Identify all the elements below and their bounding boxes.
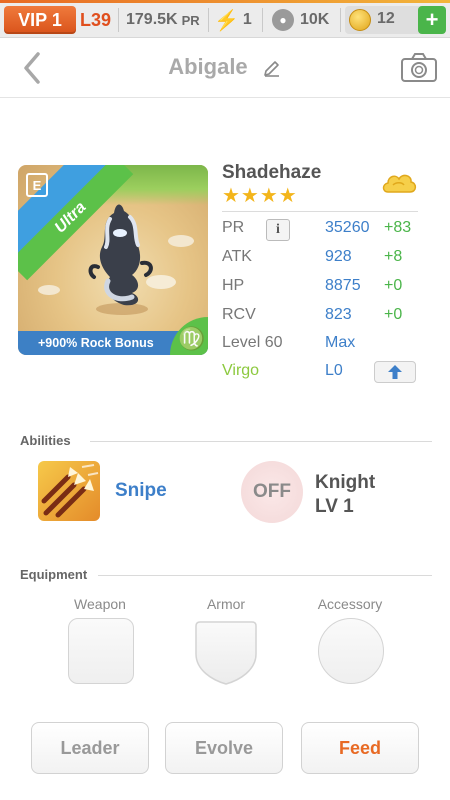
knight-ability-toggle[interactable]: OFF [241,461,303,523]
stat-label: ATK [222,248,252,265]
level-row: Level 60 Max [222,334,422,358]
divider [118,8,119,32]
zodiac-sign-label: Virgo [222,362,260,379]
weapon-slot[interactable] [68,618,134,684]
divider [208,8,209,32]
armor-slot[interactable] [194,620,258,686]
page-title: Abigale [0,54,450,80]
stat-value: 35260 [325,219,370,236]
edit-pencil-icon[interactable] [262,58,282,78]
stat-label: HP [222,277,245,294]
monster-sprite [88,204,153,315]
monster-nickname: Abigale [168,54,248,79]
stat-value: 928 [325,248,352,265]
coin-icon [349,9,371,31]
cloud-icon[interactable] [380,170,418,196]
accessory-label: Accessory [317,596,383,612]
divider [262,8,263,32]
star-rating: ★★★★ [222,185,298,207]
level-label: Level 60 [222,334,283,351]
player-level: L39 [80,9,112,30]
stat-delta: +0 [384,277,403,294]
arrows-icon [41,464,99,518]
rock-decoration [168,235,194,247]
knight-name: Knight [315,472,376,493]
leader-button[interactable]: Leader [31,722,149,774]
knight-ability[interactable]: Knight LV 1 [315,471,375,519]
virgo-icon: ♍ [170,317,208,355]
stat-delta: +83 [384,219,412,236]
lightning-icon: ⚡ [214,9,239,32]
equipment-title: Equipment [20,567,88,582]
stat-row-rcv: RCV 823 +0 [222,306,422,330]
vip-badge[interactable]: VIP 1 [4,6,76,34]
monster-name: Shadehaze [222,162,322,183]
element-e-icon: E [26,173,48,197]
evolve-button[interactable]: Evolve [165,722,283,774]
off-label: OFF [253,481,291,502]
stat-label: PR [222,219,245,236]
feed-button[interactable]: Feed [301,722,419,774]
snipe-ability-icon[interactable] [38,461,100,521]
stat-value: 823 [325,306,352,323]
abilities-section-header: Abilities [20,433,432,449]
add-coins-button[interactable]: + [418,6,446,34]
top-edge [0,0,450,3]
camera-icon[interactable] [400,52,438,84]
coin-value: 12 [377,10,395,27]
food-value: 10K [300,11,330,28]
energy-value: 1 [242,11,252,28]
food-display[interactable]: ● 10K [272,8,329,32]
stat-delta: +8 [384,248,403,265]
info-button[interactable]: i [266,219,290,241]
rock-decoration [38,285,60,295]
monster-portrait-card[interactable]: Ultra E +900% Rock Bonus ♍ [18,165,208,355]
abilities-title: Abilities [20,433,71,448]
energy-display[interactable]: ⚡ 1 [214,8,252,32]
power-value: 179.5K [126,11,178,28]
weapon-label: Weapon [74,596,126,612]
up-arrow-icon [388,365,402,379]
level-value: Max [325,334,356,351]
knight-level: LV 1 [315,496,354,517]
armor-label: Armor [206,596,246,612]
divider [222,211,418,212]
stat-row-pr: PR 35260 +83 [222,219,422,243]
divider [90,441,432,442]
stat-value: 8875 [325,277,361,294]
stat-row-hp: HP 8875 +0 [222,277,422,301]
power-unit: PR [181,12,200,28]
divider [340,8,341,32]
top-status-bar: VIP 1 L39 179.5K PR ⚡ 1 ● 10K 12 + [0,0,450,38]
paw-icon: ● [272,9,294,31]
snipe-ability-name[interactable]: Snipe [115,480,167,502]
power-display: 179.5K PR [126,8,200,32]
stat-row-atk: ATK 928 +8 [222,248,422,272]
stat-delta: +0 [384,306,403,323]
stat-label: RCV [222,306,256,323]
upgrade-button[interactable] [374,361,416,383]
coin-display: 12 + [345,6,446,34]
zodiac-level: L0 [325,362,343,379]
equipment-section-header: Equipment [20,567,432,583]
divider [98,575,432,576]
page-header: Abigale [0,38,450,98]
accessory-slot[interactable] [318,618,384,684]
